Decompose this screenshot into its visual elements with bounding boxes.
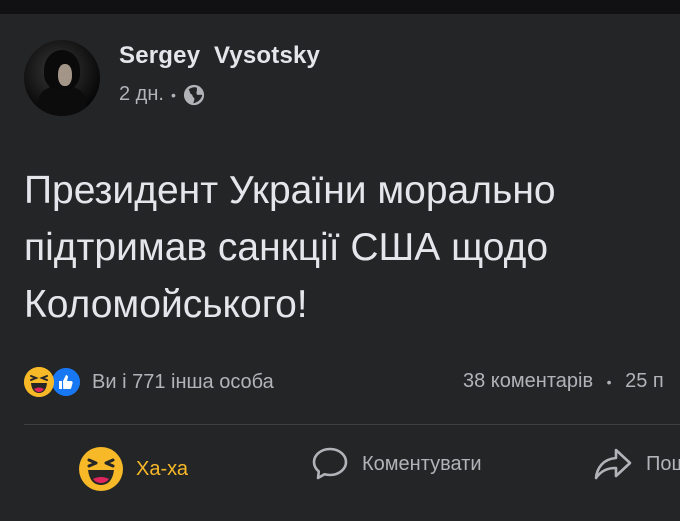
haha-button[interactable]: Ха-ха (78, 446, 188, 492)
post-time[interactable]: 2 дн. (119, 83, 164, 106)
post-text: Президент України морально підтримав сан… (24, 162, 664, 333)
top-bar (0, 0, 680, 14)
post-text-line: Президент України морально (24, 169, 556, 212)
author-name[interactable]: Sergey Vysotsky (119, 42, 320, 70)
comment-icon (312, 447, 348, 480)
avatar[interactable] (24, 40, 100, 116)
share-button[interactable]: Пош (592, 446, 680, 482)
divider (24, 424, 680, 425)
stats-separator: • (606, 374, 612, 390)
comment-count[interactable]: 38 коментарів (463, 370, 593, 392)
comment-label: Коментувати (362, 452, 482, 475)
haha-reaction-icon (24, 367, 54, 397)
reactions-summary[interactable]: Ви і 771 інша особа (24, 366, 274, 398)
reaction-count[interactable]: Ви і 771 інша особа (92, 371, 274, 394)
share-count[interactable]: 25 п (625, 370, 664, 392)
globe-icon[interactable] (183, 84, 205, 106)
haha-icon (79, 447, 123, 491)
meta-separator: • (170, 86, 176, 103)
post-text-line: Коломойського! (24, 283, 308, 326)
comment-button[interactable]: Коментувати (310, 446, 482, 482)
share-icon (594, 448, 632, 480)
share-label: Пош (646, 452, 680, 475)
post-text-line: підтримав санкції США щодо (24, 226, 549, 269)
like-reaction-icon (50, 366, 82, 398)
post-meta: 2 дн. • (119, 83, 205, 106)
haha-label: Ха-ха (136, 457, 189, 480)
post-stats: 38 коментарів • 25 п (463, 370, 664, 393)
